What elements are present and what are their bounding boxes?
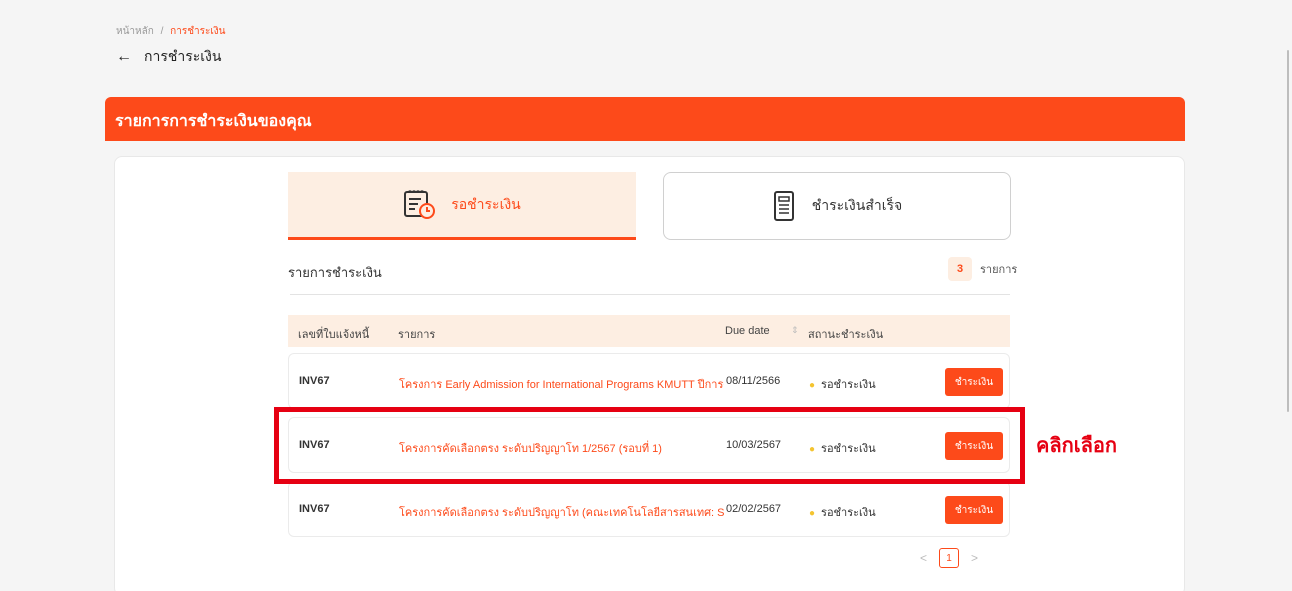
- table-row: INV67 โครงการ Early Admission for Intern…: [288, 353, 1010, 409]
- section-header: รายการการชำระเงินของคุณ: [105, 97, 1185, 141]
- status-label: รอชำระเงิน: [821, 507, 876, 519]
- status-dot-icon: ●: [809, 508, 816, 519]
- status-label: รอชำระเงิน: [821, 379, 876, 391]
- tab-payment-success[interactable]: ชำระเงินสำเร็จ: [663, 172, 1011, 240]
- highlight-box: [274, 407, 1025, 484]
- list-title: รายการชำระเงิน: [288, 265, 382, 280]
- table-header: เลขที่ใบแจ้งหนี้ รายการ Due date ⇕ สถานะ…: [288, 315, 1010, 347]
- column-invoice: เลขที่ใบแจ้งหนี้: [298, 329, 370, 341]
- tab-success-label: ชำระเงินสำเร็จ: [811, 197, 903, 213]
- invoice-clock-icon: [403, 189, 437, 221]
- breadcrumb-separator: /: [160, 26, 164, 37]
- page-title: การชำระเงิน: [144, 48, 222, 64]
- item-link[interactable]: โครงการ Early Admission for Internationa…: [399, 375, 724, 393]
- table-row: INV67 โครงการคัดเลือกตรง ระดับปริญญาโท (…: [288, 481, 1010, 537]
- count-unit: รายการ: [980, 264, 1018, 276]
- pagination: < 1 >: [920, 548, 978, 568]
- pay-button[interactable]: ชำระเงิน: [945, 496, 1003, 524]
- scrollbar[interactable]: [1287, 50, 1289, 412]
- status: ● รอชำระเงิน: [809, 503, 876, 521]
- item-count: 3 รายการ: [948, 257, 1017, 281]
- prev-page-icon[interactable]: <: [920, 551, 927, 565]
- breadcrumb-current: การชำระเงิน: [170, 26, 226, 37]
- annotation-label: คลิกเลือก: [1036, 435, 1117, 457]
- item-link[interactable]: โครงการคัดเลือกตรง ระดับปริญญาโท (คณะเทค…: [399, 503, 724, 521]
- next-page-icon[interactable]: >: [971, 551, 978, 565]
- column-status: สถานะชำระเงิน: [808, 329, 884, 341]
- tab-pending-label: รอชำระเงิน: [451, 195, 521, 212]
- pay-button[interactable]: ชำระเงิน: [945, 368, 1003, 396]
- receipt-icon: [772, 190, 798, 222]
- tab-pending-payment[interactable]: รอชำระเงิน: [288, 172, 636, 240]
- breadcrumb-home[interactable]: หน้าหลัก: [116, 26, 154, 37]
- status-dot-icon: ●: [809, 380, 816, 391]
- sort-icon[interactable]: ⇕: [791, 325, 799, 336]
- page-header: ← การชำระเงิน: [116, 46, 221, 68]
- divider: [290, 294, 1010, 295]
- due-date: 08/11/2566: [726, 375, 781, 387]
- breadcrumb: หน้าหลัก / การชำระเงิน: [116, 24, 226, 39]
- status: ● รอชำระเงิน: [809, 375, 876, 393]
- column-due-date[interactable]: Due date: [725, 325, 770, 337]
- invoice-number: INV67: [299, 375, 330, 387]
- due-date: 02/02/2567: [726, 503, 782, 515]
- column-item: รายการ: [398, 329, 436, 341]
- page-number-button[interactable]: 1: [939, 548, 960, 568]
- invoice-number: INV67: [299, 503, 330, 515]
- count-badge: 3: [948, 257, 972, 281]
- arrow-left-icon[interactable]: ←: [116, 48, 132, 66]
